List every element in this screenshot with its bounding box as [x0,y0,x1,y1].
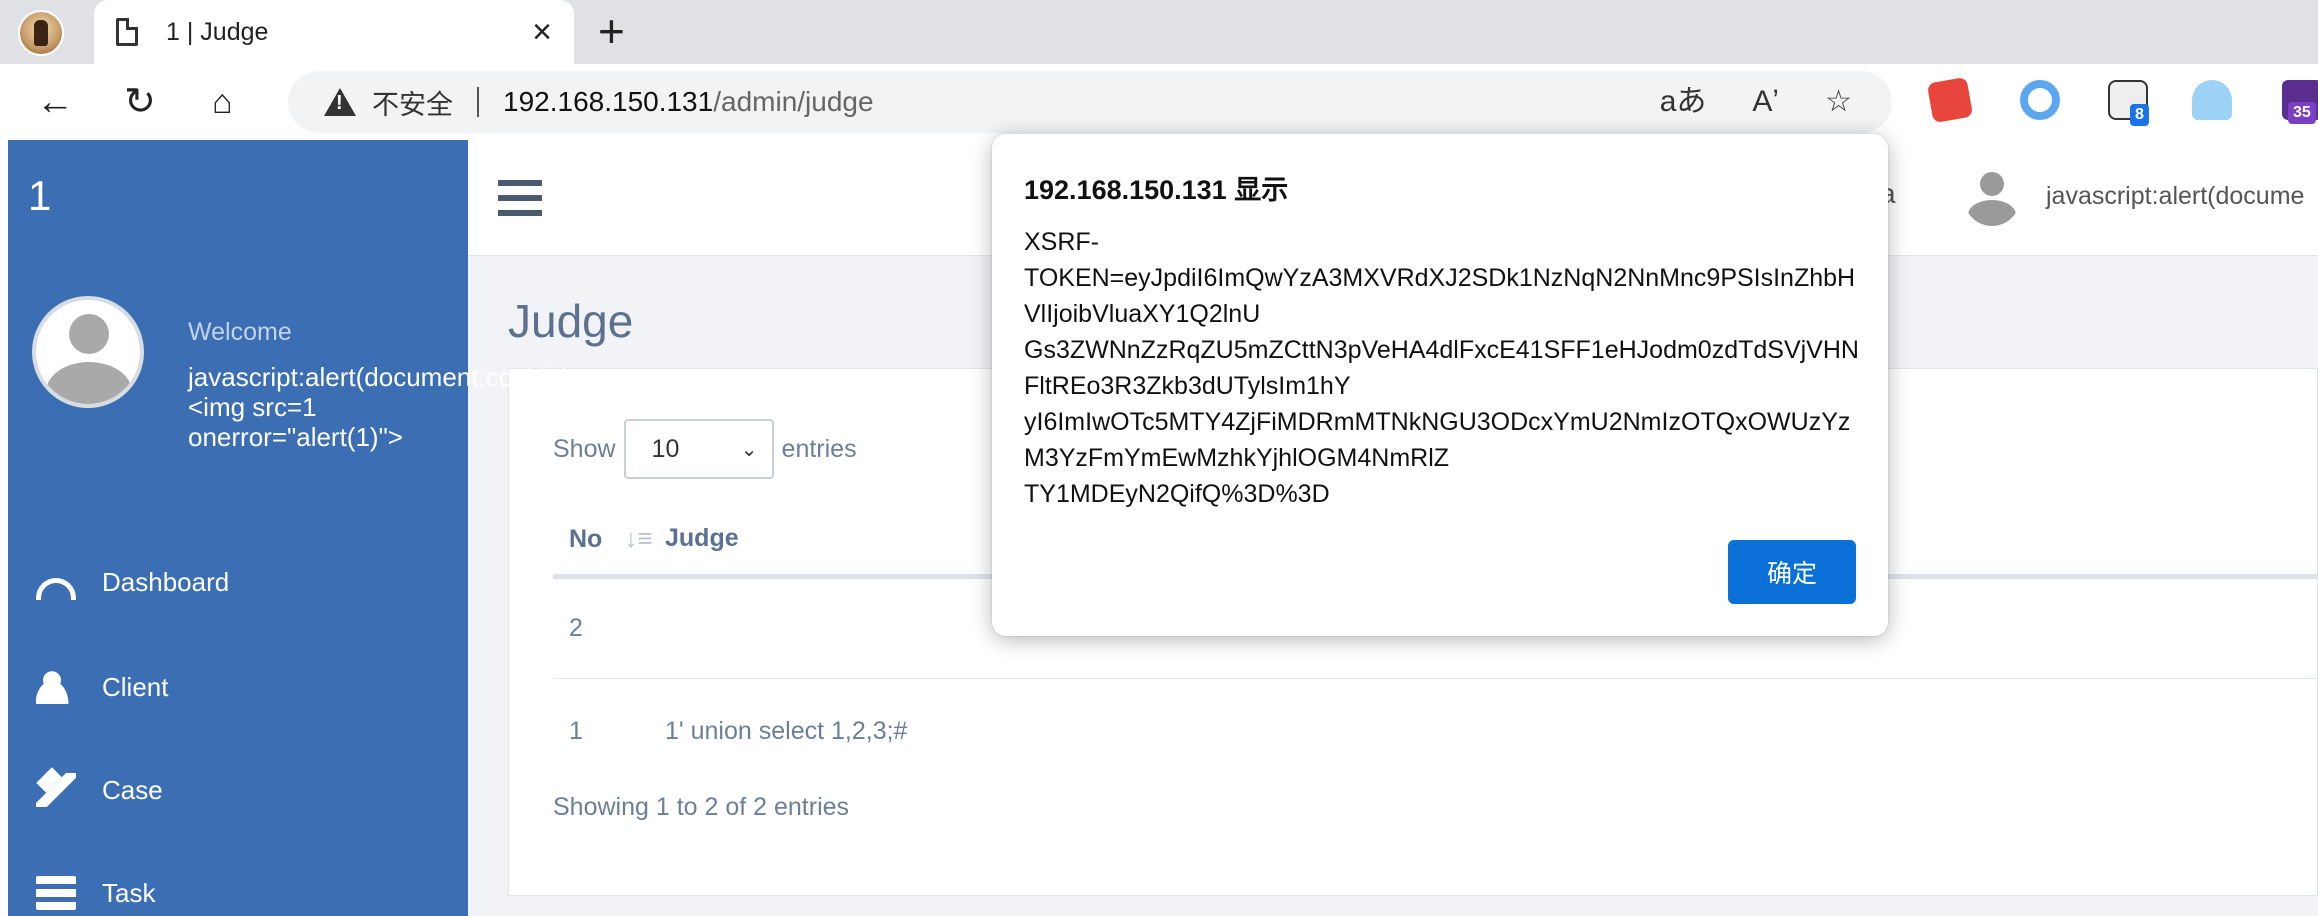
translate-icon[interactable]: aあ [1660,83,1707,121]
address-path[interactable]: /admin/judge [713,86,873,118]
cell-no: 2 [569,614,583,642]
dialog-message: XSRF- TOKEN=eyJpdiI6ImQwYzA3MXVRdXJ2SDk1… [1024,224,1864,512]
dialog-message-line: TOKEN=eyJpdiI6ImQwYzA3MXVRdXJ2SDk1NzNqN2… [1024,264,1856,292]
sidebar-item-label: Client [102,671,169,702]
top-user-name[interactable]: javascript:alert(docume [2046,182,2304,211]
address-divider [477,87,479,117]
dialog-message-line: FltREo3R3Zkb3dUTylsIm1hY [1024,372,1351,400]
dialog-title: 192.168.150.131 显示 [1024,175,1289,205]
dialog-message-line: VlIjoibVluaXY1Q2lnU [1024,300,1261,328]
sidebar-item-label: Task [102,877,156,908]
page-icon [116,18,138,46]
page-title: Judge [508,295,634,347]
address-host[interactable]: 192.168.150.131 [503,86,713,118]
tab-title: 1 | Judge [166,17,269,46]
profile-avatar-icon[interactable] [18,10,64,56]
dialog-message-line: M3YzFmYmEwMzhkYjhlOGM4NmRlZ [1024,444,1450,472]
home-icon[interactable]: ⌂ [212,74,233,130]
address-bar[interactable]: 不安全 192.168.150.131 /admin/judge aあ Aʼ ☆ [288,71,1892,133]
sidebar-username: javascript:alert(document.cookie) <img s… [188,362,708,452]
top-user-avatar[interactable] [1964,170,2020,226]
entries-label: entries [781,434,857,463]
sidebar-item-dashboard[interactable]: Dashboard [36,567,230,600]
table-info: Showing 1 to 2 of 2 entries [553,793,850,821]
column-header-no[interactable]: No ↓≡ [553,523,665,554]
extension-badge: 8 [2130,104,2149,126]
table-row: 1 1' union select 1,2,3;# [553,681,2318,781]
add-user-icon [36,670,76,704]
sort-desc-icon[interactable]: ↓≡ [624,523,652,554]
user-avatar [32,296,144,408]
new-tab-button[interactable]: + [598,8,625,54]
dialog-message-line: Gs3ZWNnZzRqZU5mZCttN3pVeHA4dlFxcE41SFF1e… [1024,336,1859,364]
column-header-judge[interactable]: Judge [665,524,739,553]
cap-extension-icon[interactable]: 35 [2282,80,2318,124]
ring-extension-icon[interactable] [2020,80,2060,120]
sidebar-item-label: Case [102,774,163,805]
hamburger-menu-icon[interactable] [498,180,542,216]
cell-judge: 1' union select 1,2,3;# [665,716,908,745]
face-extension-icon[interactable]: 8 [2108,80,2149,126]
username-line: <img src=1 [188,392,317,422]
tab-close-icon[interactable]: × [532,15,552,49]
dice-extension-icon[interactable] [1926,76,1974,124]
person-extension-icon[interactable] [2192,80,2232,120]
cell-no: 1 [569,716,583,745]
username-line: javascript:alert(document.cookie) [188,362,570,392]
favorite-star-icon[interactable]: ☆ [1825,83,1852,121]
sidebar-item-label: Dashboard [102,567,230,597]
browser-tab-active[interactable]: 1 | Judge × [94,0,574,64]
dialog-message-line: XSRF- [1024,228,1099,256]
alert-dialog: 192.168.150.131 显示 XSRF- TOKEN=eyJpdiI6I… [992,134,1888,636]
dialog-message-line: TY1MDEyN2QifQ%3D%3D [1024,480,1330,508]
gavel-icon [36,773,76,807]
sidebar-item-client[interactable]: Client [36,670,168,704]
browser-toolbar: ← ↻ ⌂ 不安全 192.168.150.131 /admin/judge a… [0,64,2318,140]
browser-tabstrip: 1 | Judge × + [0,0,2318,64]
dashboard-icon [36,577,76,600]
ok-button[interactable]: 确定 [1728,540,1856,604]
sidebar-item-case[interactable]: Case [36,773,163,807]
brand-title[interactable]: 1 [28,172,51,220]
read-aloud-icon[interactable]: Aʼ [1752,83,1779,121]
back-arrow-icon[interactable]: ← [36,74,74,130]
security-label[interactable]: 不安全 [372,83,453,122]
reload-icon[interactable]: ↻ [124,74,156,130]
dialog-message-line: yI6ImIwOTc5MTY4ZjFiMDRmMTNkNGU3ODcxYmU2N… [1024,408,1851,436]
task-list-icon [36,876,76,910]
username-line: onerror="alert(1)"> [188,422,403,452]
welcome-label: Welcome [188,318,292,346]
extension-badge: 35 [2288,102,2316,124]
sidebar: 1 Welcome javascript:alert(document.cook… [8,140,570,916]
warning-icon[interactable] [324,88,356,116]
sidebar-item-task[interactable]: Task [36,876,155,910]
chevron-down-icon: ⌄ [740,438,758,461]
